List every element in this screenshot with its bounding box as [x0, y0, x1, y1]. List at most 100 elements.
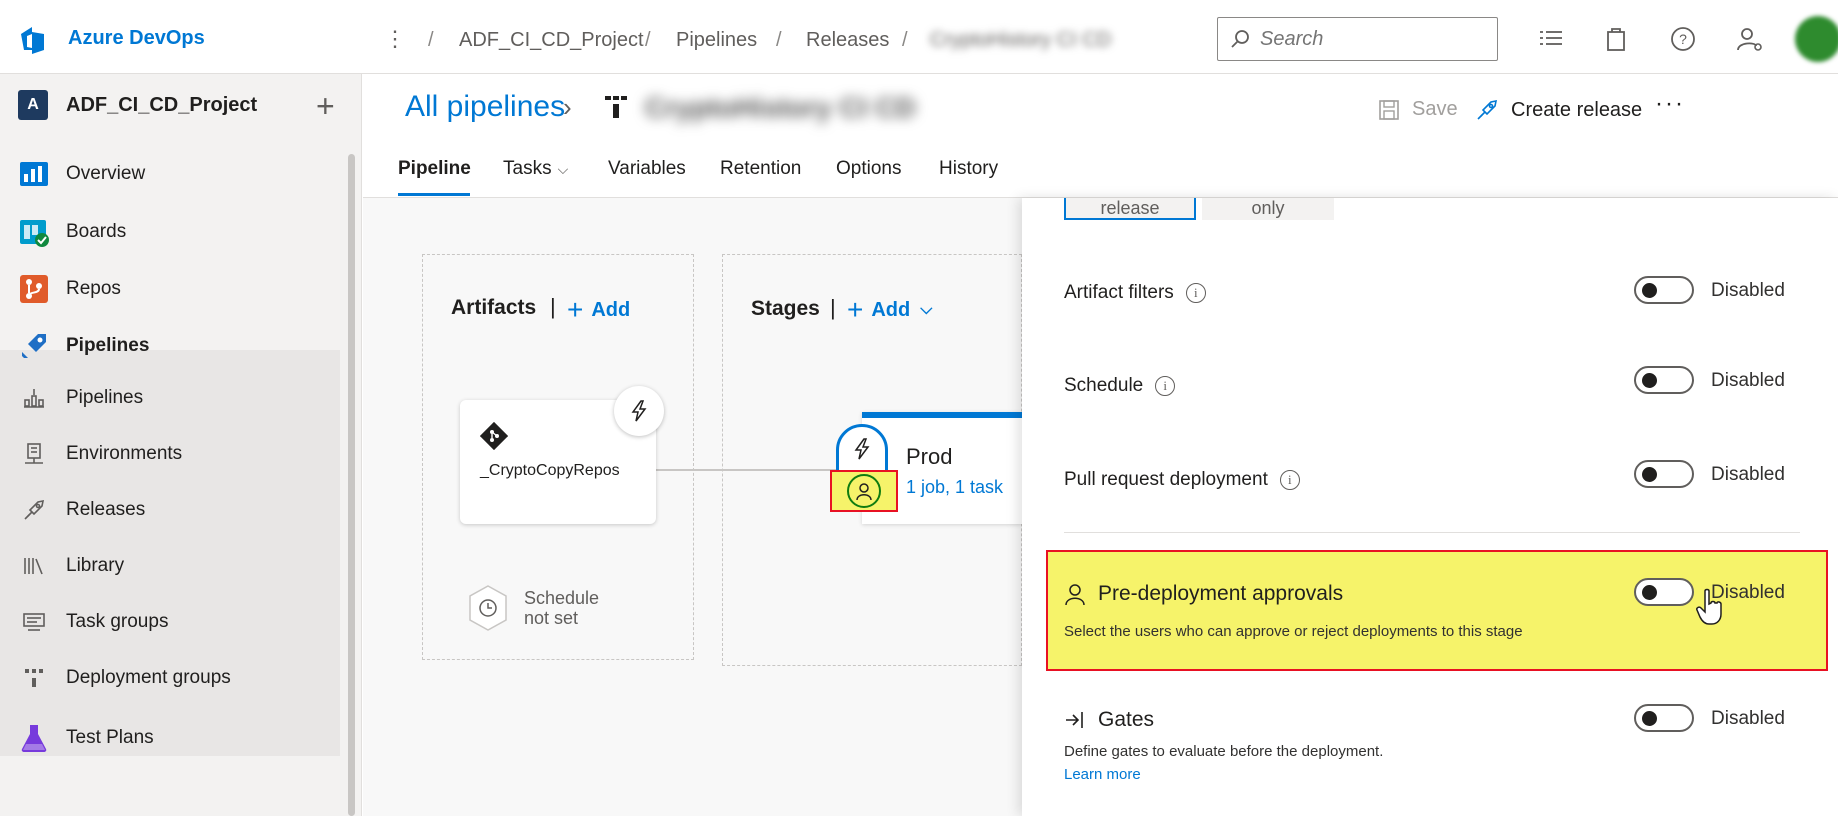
toggle-knob	[1642, 585, 1657, 600]
task-groups-icon	[23, 613, 45, 631]
pipelines-sub-icon	[24, 389, 44, 408]
section-divider	[1064, 532, 1800, 533]
artifact-filters-label: Artifact filters	[1064, 282, 1174, 303]
add-artifact-button[interactable]: + Add	[567, 294, 630, 326]
sidebar-item-overview[interactable]: Overview	[0, 156, 340, 192]
create-release-button[interactable]: Create release	[1475, 98, 1642, 122]
sidebar-subitem-pipelines[interactable]: Pipelines	[0, 382, 340, 414]
tab-history[interactable]: History	[939, 158, 998, 180]
toggle-knob	[1642, 283, 1657, 298]
sidebar-subitem-environments[interactable]: Environments	[0, 438, 340, 470]
releases-icon	[24, 499, 45, 520]
overview-icon	[20, 162, 48, 186]
sidebar-item-boards[interactable]: Boards	[0, 214, 340, 250]
breadcrumb-pipelines[interactable]: Pipelines	[676, 29, 757, 52]
breadcrumb-project[interactable]: ADF_CI_CD_Project	[459, 29, 644, 52]
more-vertical-icon[interactable]: ⋮	[384, 26, 406, 52]
save-label: Save	[1412, 98, 1458, 120]
more-actions-icon[interactable]: ···	[1655, 90, 1685, 118]
pre-deployment-approvals-description: Select the users who can approve or reje…	[1064, 623, 1523, 640]
save-button[interactable]: Save	[1378, 98, 1458, 121]
azure-devops-logo-icon[interactable]	[18, 24, 52, 58]
add-stage-button[interactable]: + Add ⌵	[847, 294, 932, 326]
help-icon[interactable]: ?	[1668, 24, 1698, 54]
user-avatar[interactable]	[1795, 16, 1838, 62]
brand-name[interactable]: Azure DevOps	[68, 27, 205, 50]
search-input[interactable]	[1260, 27, 1480, 51]
artifact-filters-toggle[interactable]	[1634, 276, 1694, 304]
gates-title: Gates	[1064, 708, 1154, 732]
left-sidebar: A ADF_CI_CD_Project + Overview Boards Re…	[0, 74, 362, 816]
schedule-label: Schedule	[1064, 375, 1144, 396]
info-icon[interactable]: i	[1185, 283, 1206, 303]
schedule-state: Disabled	[1711, 370, 1785, 391]
pull-request-toggle[interactable]	[1634, 460, 1694, 488]
pre-deployment-approvals-label: Pre-deployment approvals	[1098, 582, 1344, 605]
search-box[interactable]	[1217, 17, 1498, 61]
pipeline-name[interactable]: CryptoHistory CI CD	[645, 92, 916, 124]
schedule-toggle[interactable]	[1634, 366, 1694, 394]
tab-tasks-label: Tasks	[503, 158, 552, 179]
top-bar: Azure DevOps ⋮ / ADF_CI_CD_Project / Pip…	[0, 0, 1838, 74]
sidebar-item-label: Overview	[66, 163, 146, 184]
boards-icon	[20, 220, 49, 247]
deployment-groups-icon	[25, 669, 43, 687]
trigger-option-only[interactable]: only	[1202, 198, 1334, 220]
artifact-filters-row: Artifact filters i	[1064, 282, 1206, 304]
sidebar-item-label: Task groups	[66, 611, 169, 632]
clock-icon	[469, 585, 507, 631]
pre-deployment-approvers-button[interactable]	[830, 470, 898, 512]
pipeline-header: All pipelines › CryptoHistory CI CD Save…	[363, 74, 1838, 198]
breadcrumb-releases[interactable]: Releases	[806, 29, 889, 52]
continuous-deployment-trigger[interactable]	[614, 386, 664, 436]
pre-deployment-conditions-panel: release only Artifact filters i Disabled…	[1022, 198, 1838, 816]
approver-ring	[847, 474, 881, 508]
plus-icon: +	[847, 294, 864, 325]
sidebar-item-label: Library	[66, 555, 125, 576]
sidebar-subitem-task-groups[interactable]: Task groups	[0, 606, 340, 638]
all-pipelines-link[interactable]: All pipelines	[405, 90, 565, 124]
hand-cursor-icon	[1696, 588, 1722, 625]
artifact-filters-state: Disabled	[1711, 280, 1785, 301]
breadcrumb-pipeline-name[interactable]: CryptoHistory CI CD	[930, 29, 1111, 52]
title-separator: |	[830, 295, 836, 320]
stage-jobs-link[interactable]: 1 job, 1 task	[906, 477, 1003, 498]
person-icon	[1065, 584, 1085, 606]
tab-options[interactable]: Options	[836, 158, 901, 180]
sidebar-item-test-plans[interactable]: Test Plans	[0, 720, 340, 756]
artifact-name: _CryptoCopyRepos	[480, 462, 620, 479]
sidebar-subitem-releases[interactable]: Releases	[0, 494, 340, 526]
sidebar-subitem-library[interactable]: Library	[0, 550, 340, 582]
create-release-label: Create release	[1511, 98, 1643, 121]
svg-text:?: ?	[1679, 31, 1687, 47]
marketplace-bag-icon[interactable]	[1601, 24, 1631, 54]
info-icon[interactable]: i	[1155, 376, 1176, 396]
schedule-trigger[interactable]: Schedule not set	[466, 584, 599, 632]
learn-more-link[interactable]: Learn more	[1064, 766, 1141, 783]
sidebar-item-repos[interactable]: Repos	[0, 271, 340, 307]
tab-tasks[interactable]: Tasks ⌵	[503, 158, 568, 180]
pull-request-state: Disabled	[1711, 464, 1785, 485]
sidebar-item-label: Deployment groups	[66, 667, 231, 688]
project-selector[interactable]: A ADF_CI_CD_Project	[18, 90, 257, 120]
project-name[interactable]: ADF_CI_CD_Project	[66, 94, 257, 117]
tab-retention[interactable]: Retention	[720, 158, 801, 180]
breadcrumb-separator: /	[428, 29, 434, 51]
search-icon	[1231, 30, 1249, 48]
sidebar-item-pipelines[interactable]: Pipelines	[0, 328, 340, 364]
gates-toggle[interactable]	[1634, 704, 1694, 732]
user-settings-icon[interactable]	[1735, 24, 1765, 54]
task-list-icon[interactable]	[1536, 24, 1566, 54]
stage-name[interactable]: Prod	[906, 444, 952, 470]
tab-pipeline[interactable]: Pipeline	[398, 158, 471, 180]
info-icon[interactable]: i	[1279, 470, 1300, 490]
git-icon	[480, 422, 508, 450]
sidebar-item-label: Test Plans	[66, 727, 154, 748]
tab-variables[interactable]: Variables	[608, 158, 686, 180]
trigger-option-release[interactable]: release	[1064, 198, 1196, 220]
new-project-plus-icon[interactable]: +	[316, 88, 335, 125]
sidebar-scrollbar[interactable]	[348, 154, 355, 816]
sidebar-subitem-deployment-groups[interactable]: Deployment groups	[0, 662, 340, 694]
active-tab-indicator	[398, 193, 470, 196]
pre-deployment-approvals-toggle[interactable]	[1634, 578, 1694, 606]
